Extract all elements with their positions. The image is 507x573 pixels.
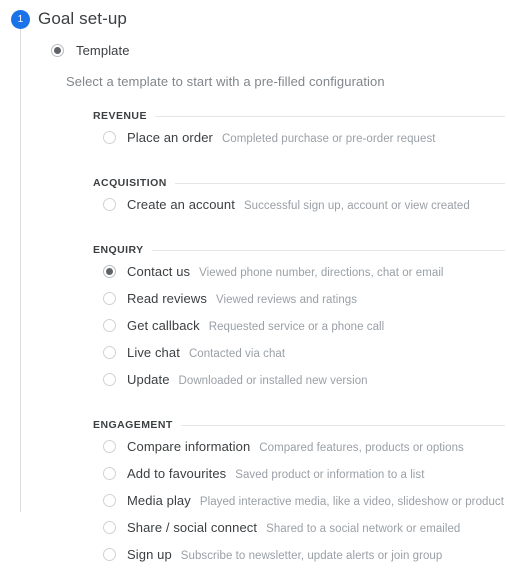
template-helper-text: Select a template to start with a pre-fi… [66,74,385,89]
goal-option-list: Place an order Completed purchase or pre-… [93,129,505,156]
goal-option-label: Contact us [127,264,191,279]
radio-goal-option-icon[interactable] [103,131,116,144]
goal-group: REVENUE Place an order Completed purchase … [0,109,507,156]
goal-option-description: Contacted via chat [188,348,286,360]
goal-option-description: Subscribe to newsletter, update alerts o… [180,550,443,562]
page-title: Goal set-up [38,9,127,28]
goal-option-row[interactable]: Live chat Contacted via chat [93,344,505,371]
mode-option-template-label: Template [76,42,130,58]
goal-group-title: REVENUE [93,110,147,122]
goal-group: ENGAGEMENT Compare information Compared fe… [0,418,507,573]
radio-goal-option-icon[interactable] [103,440,116,453]
goal-option-label: Media play [127,493,191,508]
goal-option-row[interactable]: Media play Played interactive media, like… [93,492,507,519]
goal-option-label: Share / social connect [127,520,258,535]
goal-group-title: ENGAGEMENT [93,419,173,431]
goal-group-divider [151,249,505,251]
goal-setup-content: Template Select a template to start with… [0,40,507,573]
radio-goal-option-icon[interactable] [103,373,116,386]
goal-option-row[interactable]: Get callback Requested service or a phone… [93,317,505,344]
radio-goal-option-icon[interactable] [103,521,116,534]
goal-option-description: Viewed phone number, directions, chat or… [199,267,444,279]
goal-option-row[interactable]: Sign up Subscribe to newsletter, update a… [93,546,505,573]
goal-option-label: Add to favourites [127,466,227,481]
goal-group-title: ACQUISITION [93,177,167,189]
goal-option-row[interactable]: Create an account Successful sign up, acc… [93,196,505,223]
goal-option-description: Saved product or information to a list [235,469,425,481]
goal-group-title: ENQUIRY [93,244,144,256]
goal-option-list: Create an account Successful sign up, acc… [93,196,505,223]
goal-option-label: Get callback [127,318,200,333]
goal-group-header: REVENUE [93,109,505,123]
goal-group: ENQUIRY Contact us Viewed phone number, di… [0,243,507,398]
goal-option-label: Place an order [127,130,213,145]
goal-option-label: Sign up [127,547,172,562]
goal-option-label: Read reviews [127,291,207,306]
goal-group-header: ENQUIRY [93,243,505,257]
goal-template-groups: REVENUE Place an order Completed purchase … [0,109,507,573]
goal-option-description: Viewed reviews and ratings [215,294,358,306]
goal-option-label: Create an account [127,197,235,212]
radio-template-icon[interactable] [51,43,64,57]
goal-option-description: Downloaded or installed new version [178,375,368,387]
goal-option-row[interactable]: Compare information Compared features, pr… [93,438,505,465]
radio-goal-option-icon[interactable] [103,548,116,561]
radio-goal-option-icon[interactable] [103,319,116,332]
goal-option-row[interactable]: Update Downloaded or installed new versio… [93,371,505,398]
goal-option-description: Requested service or a phone call [208,321,385,333]
radio-goal-option-icon[interactable] [103,346,116,359]
goal-group-header: ACQUISITION [93,176,505,190]
goal-group-divider [174,182,505,184]
step-number-badge: 1 [11,10,30,29]
goal-option-description: Successful sign up, account or view crea… [243,200,470,212]
goal-group-header: ENGAGEMENT [93,418,505,432]
radio-goal-option-icon[interactable] [103,292,116,305]
goal-option-row[interactable]: Share / social connect Shared to a social… [93,519,505,546]
goal-option-row[interactable]: Contact us Viewed phone number, direction… [93,263,505,290]
radio-goal-option-icon[interactable] [103,494,116,507]
goal-option-description: Played interactive media, like a video, … [199,496,507,508]
goal-option-description: Completed purchase or pre-order request [221,133,436,145]
goal-option-row[interactable]: Add to favourites Saved product or inform… [93,465,505,492]
goal-option-label: Live chat [127,345,180,360]
goal-option-row[interactable]: Read reviews Viewed reviews and ratings [93,290,505,317]
goal-group-divider [180,424,505,426]
goal-option-description: Shared to a social network or emailed [266,523,461,535]
goal-option-row[interactable]: Place an order Completed purchase or pre-… [93,129,505,156]
goal-option-label: Update [127,372,170,387]
goal-option-description: Compared features, products or options [259,442,464,454]
radio-goal-option-icon[interactable] [103,265,116,278]
goal-option-list: Compare information Compared features, pr… [93,438,507,573]
radio-goal-option-icon[interactable] [103,467,116,480]
goal-option-list: Contact us Viewed phone number, direction… [93,263,505,398]
goal-group-divider [154,115,505,117]
mode-option-template[interactable]: Template [0,40,507,60]
goal-option-label: Compare information [127,439,251,454]
radio-goal-option-icon[interactable] [103,198,116,211]
goal-group: ACQUISITION Create an account Successful s… [0,176,507,223]
